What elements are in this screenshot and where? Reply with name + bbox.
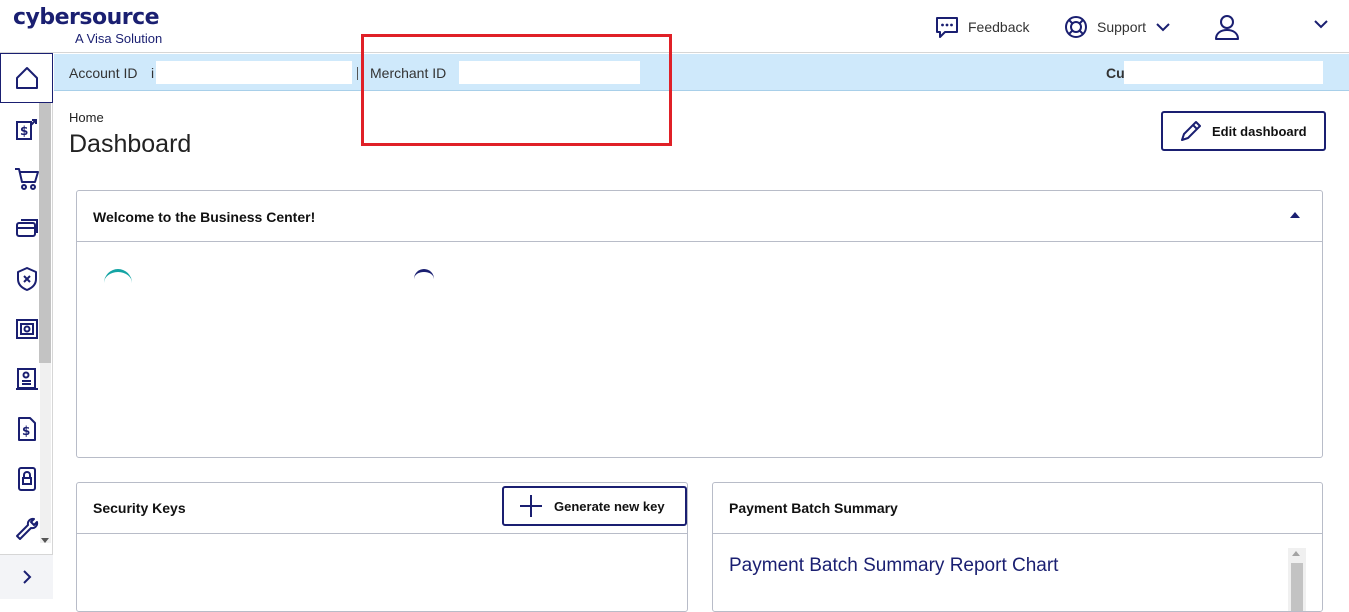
loading-spinner — [104, 269, 132, 297]
sidebar-item-commerce[interactable] — [0, 154, 53, 204]
security-keys-card: Security Keys Generate new key — [76, 482, 688, 612]
card-scrollbar[interactable] — [1288, 548, 1306, 611]
support-menu[interactable]: Support — [1063, 12, 1172, 42]
transactions-icon: $ — [15, 119, 37, 140]
security-keys-title: Security Keys — [93, 500, 186, 516]
support-label: Support — [1097, 19, 1147, 35]
generate-key-label: Generate new key — [554, 498, 665, 514]
payment-batch-title: Payment Batch Summary — [729, 500, 898, 516]
sidebar-item-transactions[interactable]: $ — [0, 104, 53, 154]
sidebar-item-payments[interactable] — [0, 204, 53, 254]
user-menu[interactable] — [1213, 12, 1249, 42]
payment-card-icon — [15, 219, 38, 237]
divider — [357, 67, 358, 80]
customer-label: Cu — [1106, 65, 1125, 81]
chevron-down-icon — [1156, 23, 1170, 32]
welcome-card-header[interactable]: Welcome to the Business Center! — [77, 191, 1322, 242]
wrench-icon — [15, 517, 38, 540]
user-icon — [1215, 15, 1239, 40]
shield-icon — [16, 267, 37, 291]
scroll-down-arrow-icon[interactable] — [41, 538, 49, 544]
feedback-button[interactable]: Feedback — [934, 12, 1029, 42]
account-id-value — [156, 61, 352, 84]
sidebar-expand-button[interactable] — [0, 554, 53, 599]
payment-batch-header: Payment Batch Summary — [713, 483, 1322, 534]
welcome-card-title: Welcome to the Business Center! — [93, 209, 316, 225]
scroll-up-arrow-icon[interactable] — [1292, 551, 1300, 556]
cybersource-logo[interactable]: cybersource A Visa Solution — [13, 5, 162, 47]
pencil-icon — [1181, 121, 1201, 141]
account-id-prefix: i — [151, 65, 155, 81]
vault-icon — [15, 319, 38, 339]
page-title: Dashboard — [69, 130, 192, 158]
shopping-cart-icon — [14, 168, 39, 190]
generate-key-button[interactable]: Generate new key — [502, 486, 687, 526]
top-bar: cybersource A Visa Solution Feedback Sup… — [0, 0, 1349, 53]
sidebar-item-invoicing[interactable]: $ — [0, 404, 53, 454]
payment-batch-card: Payment Batch Summary Payment Batch Summ… — [712, 482, 1323, 612]
breadcrumb[interactable]: Home — [69, 110, 104, 125]
feedback-label: Feedback — [968, 19, 1030, 35]
account-id-label: Account ID — [69, 65, 138, 81]
invoice-icon: $ — [17, 417, 36, 441]
highlight-box — [361, 34, 672, 146]
sidebar-item-devices[interactable] — [0, 454, 53, 504]
caret-up-icon[interactable] — [1290, 211, 1300, 219]
sidebar-item-home[interactable] — [0, 53, 53, 103]
sidebar-item-tools[interactable] — [0, 504, 53, 554]
plus-icon — [520, 495, 542, 517]
sidebar-item-reports[interactable] — [0, 354, 53, 404]
customer-value — [1124, 61, 1323, 84]
welcome-card: Welcome to the Business Center! — [76, 190, 1323, 458]
logo-wordmark: cybersource — [13, 5, 160, 30]
account-info-bar: Account ID i Merchant ID Cu — [54, 54, 1349, 91]
feedback-icon — [936, 17, 958, 38]
security-keys-header: Security Keys Generate new key — [77, 483, 687, 534]
reports-icon — [15, 368, 38, 390]
edit-dashboard-label: Edit dashboard — [1212, 123, 1307, 139]
chevron-right-icon — [22, 570, 31, 584]
svg-text:$: $ — [20, 124, 28, 138]
logo-tagline: A Visa Solution — [75, 31, 163, 46]
sidebar-item-fraud[interactable] — [0, 254, 53, 304]
sidebar-item-vault[interactable] — [0, 304, 53, 354]
lifebuoy-icon — [1065, 16, 1087, 38]
user-menu-chevron-icon[interactable] — [1312, 16, 1330, 32]
card-scrollbar-thumb[interactable] — [1291, 563, 1303, 611]
svg-text:$: $ — [22, 424, 30, 438]
edit-dashboard-button[interactable]: Edit dashboard — [1161, 111, 1326, 151]
sidebar-nav: $ $ — [0, 53, 53, 599]
device-lock-icon — [17, 467, 36, 491]
chart-title: Payment Batch Summary Report Chart — [729, 555, 1059, 576]
loading-spinner — [414, 269, 434, 289]
home-icon — [15, 67, 38, 89]
